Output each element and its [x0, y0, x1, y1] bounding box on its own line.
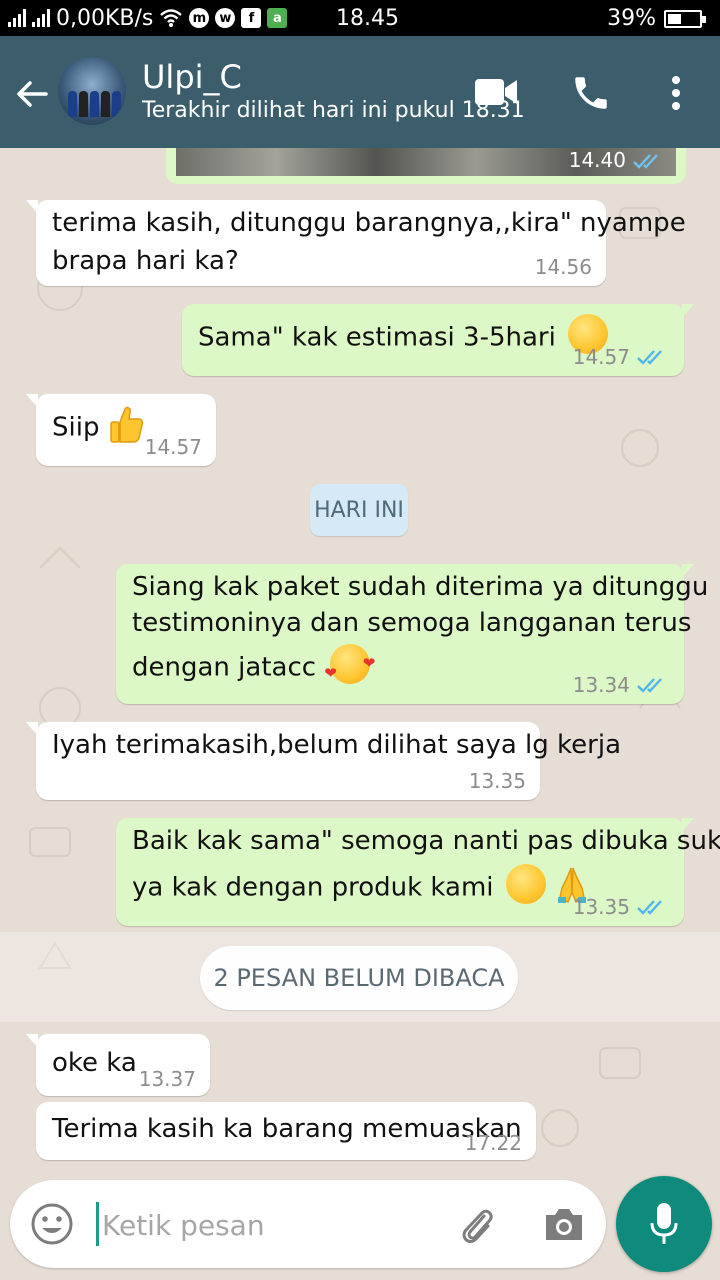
message-incoming[interactable]: Terima kasih ka barang memuaskan 17.22 — [36, 1102, 536, 1160]
last-seen: Terakhir dilihat hari ini pukul 18.31 — [142, 98, 525, 123]
message-time: 14.57 — [144, 435, 202, 459]
message-text-line: ya kak dengan produk kami — [132, 864, 590, 908]
status-bar: 0,00KB/s m w f a 18.45 39% — [0, 0, 720, 36]
message-text: terima kasih, ditunggu barangnya,,kira" … — [52, 208, 686, 238]
message-time: 14.57 — [572, 345, 630, 369]
message-time: 13.34 — [572, 673, 630, 697]
status-time: 18.45 — [336, 6, 399, 31]
facebook-icon: f — [241, 8, 262, 28]
message-text: Sama" kak estimasi 3-5hari — [198, 322, 556, 353]
read-ticks-icon — [633, 154, 658, 169]
signal-icon-2 — [32, 9, 50, 27]
message-text: ya kak dengan produk kami — [132, 872, 494, 903]
bubble-tail — [682, 304, 694, 318]
smiling-face-with-hearts-emoji — [324, 644, 375, 692]
read-ticks-icon — [637, 678, 662, 693]
chat-area[interactable]: 14.40 terima kasih, ditunggu barangnya,,… — [0, 148, 720, 1168]
camera-icon[interactable] — [542, 1204, 586, 1244]
smiling-face-emoji — [505, 864, 546, 904]
battery-percent: 39% — [607, 6, 656, 31]
read-ticks-icon — [637, 350, 662, 365]
message-incoming[interactable]: terima kasih, ditunggu barangnya,,kira" … — [26, 200, 686, 286]
message-text: brapa hari ka? — [52, 246, 239, 276]
bubble-tail — [26, 1034, 38, 1048]
message-time: 13.37 — [138, 1067, 196, 1091]
emoji-icon[interactable] — [30, 1202, 74, 1246]
message-time: 14.56 — [534, 255, 592, 279]
message-text: Baik kak sama" semoga nanti pas dibuka s… — [132, 826, 720, 856]
phone-icon[interactable] — [570, 72, 612, 114]
message-outgoing[interactable]: Siang kak paket sudah diterima ya ditung… — [116, 564, 708, 704]
message-text: Iyah terimakasih,belum dilihat saya lg k… — [52, 730, 622, 760]
message-incoming[interactable]: Siip 14.57 — [26, 394, 216, 466]
composer — [10, 1180, 606, 1268]
message-text-line: Sama" kak estimasi 3-5hari — [198, 314, 609, 358]
wifi-icon — [160, 9, 183, 27]
message-text: oke ka — [52, 1048, 137, 1078]
back-arrow-icon[interactable] — [14, 76, 50, 112]
mic-icon — [650, 1203, 678, 1244]
android-icon: a — [267, 8, 288, 28]
unread-divider: 2 PESAN BELUM DIBACA — [200, 946, 518, 1010]
message-text-line: dengan jatacc — [132, 644, 375, 692]
message-outgoing[interactable]: Baik kak sama" semoga nanti pas dibuka s… — [116, 818, 720, 926]
bubble-tail — [26, 200, 38, 214]
bubble-tail — [26, 722, 38, 736]
attach-icon[interactable] — [454, 1202, 498, 1246]
image-time: 14.40 — [568, 148, 626, 172]
date-divider: HARI INI — [310, 484, 408, 536]
messenger-icon: m — [189, 8, 210, 28]
message-time: 17.22 — [464, 1131, 522, 1155]
message-outgoing[interactable]: Sama" kak estimasi 3-5hari 14.57 — [182, 304, 694, 376]
thumbs-up-emoji — [109, 406, 143, 443]
message-incoming[interactable]: oke ka 13.37 — [26, 1034, 210, 1096]
image-message-partial[interactable]: 14.40 — [166, 148, 686, 184]
read-ticks-icon — [637, 900, 662, 915]
message-text: Siang kak paket sudah diterima ya ditung… — [132, 572, 709, 602]
message-text-line: Siip — [52, 406, 144, 448]
avatar[interactable] — [58, 57, 126, 125]
message-time: 13.35 — [572, 895, 630, 919]
message-text: dengan jatacc — [132, 652, 317, 683]
more-vert-icon[interactable] — [664, 74, 688, 112]
image-preview[interactable]: 14.40 — [176, 148, 676, 176]
message-incoming[interactable]: Iyah terimakasih,belum dilihat saya lg k… — [26, 722, 621, 800]
message-text: testimoninya dan semoga langganan terus — [132, 608, 692, 638]
battery-icon — [664, 9, 706, 28]
message-time: 13.35 — [468, 769, 526, 793]
bubble-tail — [26, 394, 38, 408]
message-text: Terima kasih ka barang memuaskan — [52, 1114, 522, 1144]
contact-name[interactable]: Ulpi_C — [142, 58, 242, 96]
whatsapp-icon: w — [215, 8, 236, 28]
network-speed: 0,00KB/s — [56, 5, 154, 31]
video-call-icon[interactable] — [474, 76, 518, 108]
text-caret — [96, 1202, 99, 1246]
mic-button[interactable] — [616, 1176, 712, 1272]
message-text: Siip — [52, 412, 100, 443]
chat-header: Ulpi_C Terakhir dilihat hari ini pukul 1… — [0, 36, 720, 148]
message-input[interactable] — [100, 1200, 444, 1250]
signal-icon — [8, 9, 26, 27]
